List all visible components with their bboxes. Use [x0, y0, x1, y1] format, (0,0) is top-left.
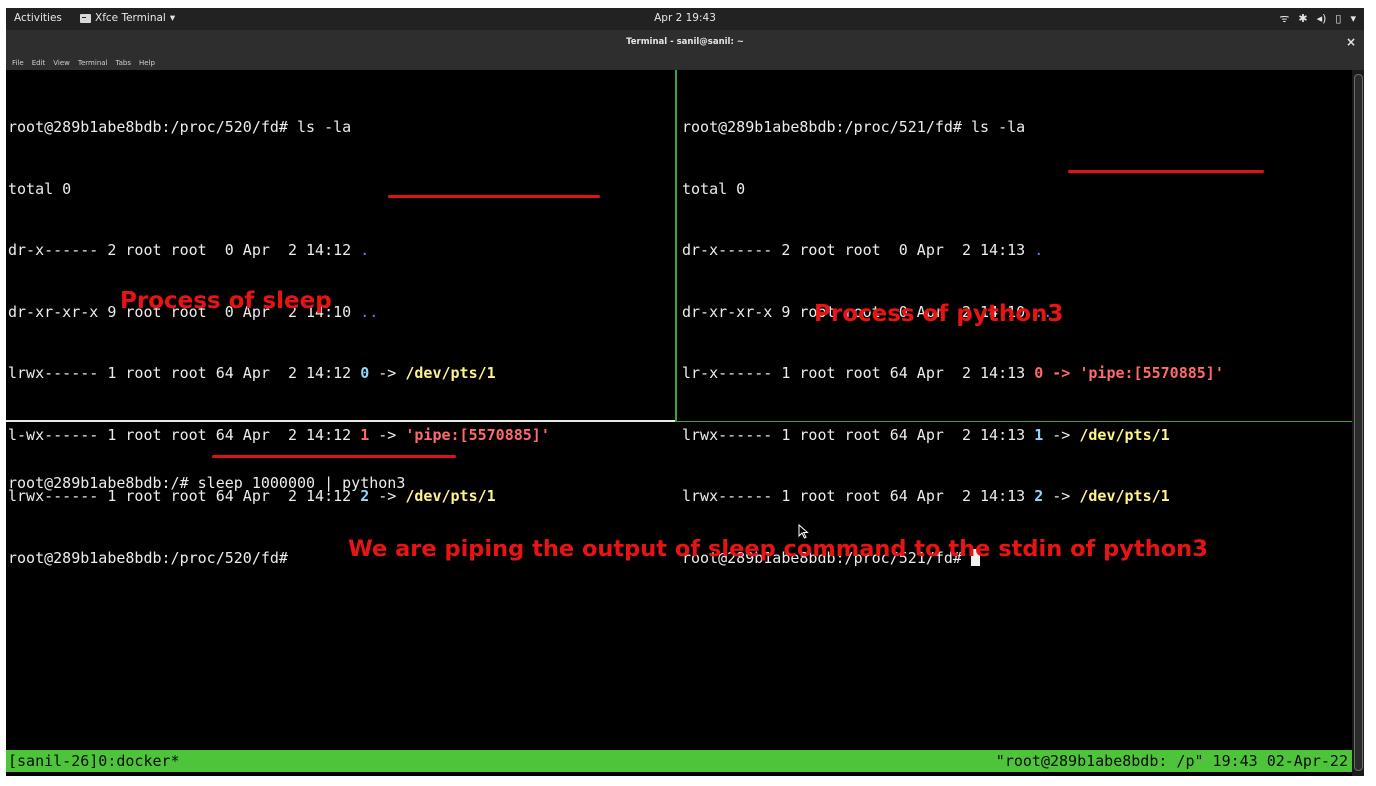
scrollbar-thumb[interactable]: [1354, 74, 1363, 771]
close-icon[interactable]: ×: [1346, 35, 1356, 49]
battery-icon: ▯: [1335, 12, 1342, 25]
window-title-bar[interactable]: Terminal - sanil@sanil: ~ ×: [6, 30, 1364, 56]
bluetooth-icon: ✱: [1298, 12, 1308, 25]
desktop-top-bar: Activities Xfce Terminal ▾ Apr 2 19:43 ᯤ…: [6, 8, 1364, 30]
menu-edit[interactable]: Edit: [32, 59, 46, 67]
terminal-line: total 0: [682, 179, 746, 198]
annotation-pipe: We are piping the output of sleep comman…: [348, 536, 1208, 562]
terminal-line: lr-x------ 1 root root 64 Apr 2 14:13 0 …: [682, 364, 1224, 382]
terminal-pane-python3[interactable]: root@289b1abe8bdb:/proc/521/fd# ls -la t…: [682, 76, 1350, 567]
wifi-icon: ᯤ: [1279, 12, 1290, 25]
pane-divider-vertical[interactable]: [675, 70, 677, 422]
menu-bar: File Edit View Terminal Tabs Help: [6, 56, 1364, 70]
menu-tabs[interactable]: Tabs: [116, 59, 132, 67]
terminal-line: root@289b1abe8bdb:/proc/521/fd# ls -la: [682, 118, 1026, 136]
terminal-pane-sleep[interactable]: root@289b1abe8bdb:/proc/520/fd# ls -la t…: [8, 76, 673, 567]
terminal-line: root@289b1abe8bdb:/proc/520/fd# ls -la: [8, 118, 352, 136]
terminal-line: dr-xr-xr-x 9 root root 0 Apr 2 14:10 ..: [8, 302, 379, 321]
menu-terminal[interactable]: Terminal: [78, 59, 108, 67]
annotation-underline: [212, 455, 456, 458]
chevron-down-icon: ▾: [1350, 12, 1356, 25]
menu-view[interactable]: View: [53, 59, 70, 67]
annotation-python3: Process of python3: [814, 301, 1064, 327]
pipe-command: sleep 1000000 | python3: [197, 474, 406, 492]
annotation-underline: [388, 195, 600, 198]
terminal-line: lrwx------ 1 root root 64 Apr 2 14:12 0 …: [8, 364, 496, 382]
menu-file[interactable]: File: [12, 59, 24, 67]
tmux-status-bar: [sanil-26]0:docker* "root@289b1abe8bdb: …: [6, 750, 1352, 772]
clock[interactable]: Apr 2 19:43: [6, 12, 1364, 24]
tmux-status-right: "root@289b1abe8bdb: /p" 19:43 02-Apr-22: [995, 752, 1348, 770]
tmux-session-window[interactable]: [sanil-26]0:docker*: [8, 750, 180, 772]
terminal-line: dr-x------ 2 root root 0 Apr 2 14:12 .: [8, 241, 370, 259]
terminal-line: root@289b1abe8bdb:/# sleep 1000000 | pyt…: [8, 474, 406, 492]
terminal-scrollbar[interactable]: [1352, 70, 1364, 776]
system-tray[interactable]: ᯤ ✱ ◂) ▯ ▾: [1279, 11, 1356, 26]
mouse-pointer-icon: [798, 524, 809, 539]
annotation-underline: [1068, 170, 1264, 173]
window-title: Terminal - sanil@sanil: ~: [626, 37, 744, 47]
annotation-sleep: Process of sleep: [120, 288, 332, 314]
menu-help[interactable]: Help: [139, 59, 155, 67]
terminal-line: dr-x------ 2 root root 0 Apr 2 14:13 .: [682, 241, 1044, 259]
terminal-pane-shell[interactable]: root@289b1abe8bdb:/# sleep 1000000 | pyt…: [8, 432, 1348, 535]
pane-divider-horizontal-active[interactable]: [6, 420, 675, 422]
terminal-area[interactable]: root@289b1abe8bdb:/proc/520/fd# ls -la t…: [6, 70, 1352, 776]
volume-icon: ◂): [1316, 12, 1327, 25]
